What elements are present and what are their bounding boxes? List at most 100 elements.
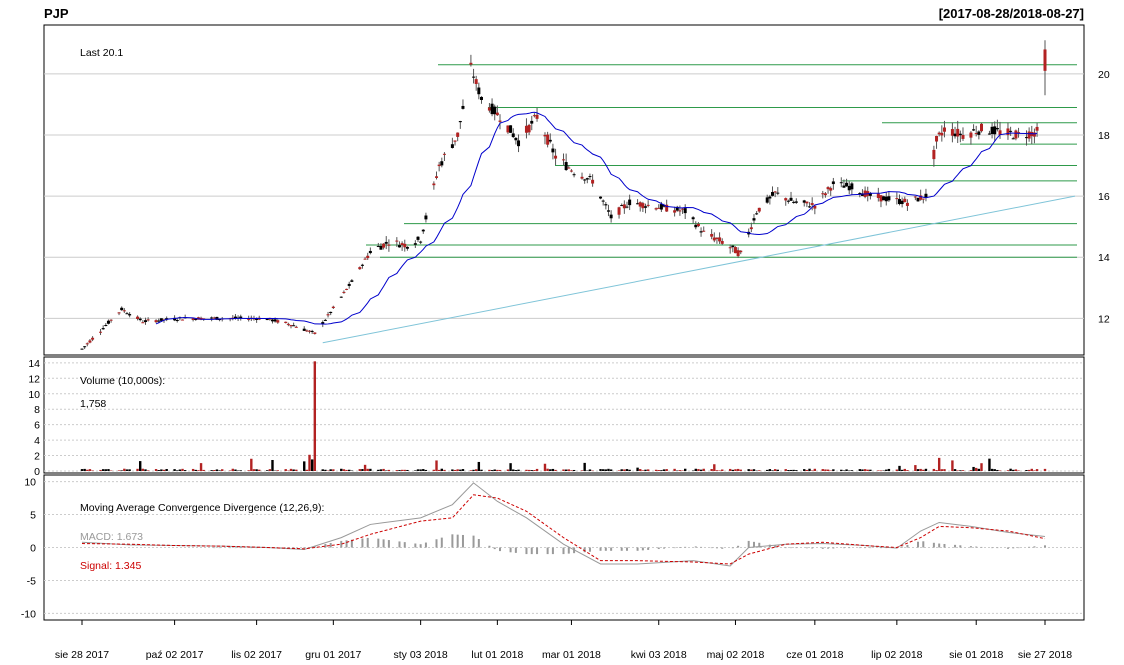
volume-tick-label: 2 xyxy=(34,451,40,463)
candle-body xyxy=(585,178,589,180)
volume-bar xyxy=(295,469,298,471)
volume-bar xyxy=(713,464,716,471)
volume-bar xyxy=(358,469,361,471)
candle-body xyxy=(294,326,298,328)
candle-body xyxy=(120,307,124,311)
volume-bar xyxy=(858,469,862,471)
macd-histogram-bar xyxy=(943,543,946,548)
volume-bar xyxy=(461,469,465,471)
candle-body xyxy=(641,203,645,209)
volume-bar xyxy=(104,469,108,471)
candle-body xyxy=(622,204,626,209)
volume-bar xyxy=(877,470,880,471)
volume-bar xyxy=(702,468,705,471)
macd-histogram-bar xyxy=(832,547,835,549)
volume-bar xyxy=(202,469,205,471)
candle-body xyxy=(718,237,722,242)
macd-histogram-bar xyxy=(821,547,824,549)
macd-histogram-bar xyxy=(403,542,406,548)
candle-body xyxy=(823,193,827,196)
macd-histogram-bar xyxy=(567,547,570,554)
x-tick-label: sie 27 2018 xyxy=(1018,649,1072,661)
volume-bar xyxy=(477,461,481,471)
volume-bar xyxy=(546,468,549,471)
volume-bar xyxy=(437,469,441,471)
volume-bar xyxy=(940,469,944,471)
candle-body xyxy=(657,207,661,209)
candle-body xyxy=(493,106,497,115)
volume-bar xyxy=(551,468,555,471)
candle-body xyxy=(255,318,259,320)
volume-bar xyxy=(239,470,242,471)
volume-bar xyxy=(512,469,515,471)
candle-body xyxy=(424,215,428,220)
candle-body xyxy=(101,328,105,330)
macd-histogram-bar xyxy=(784,547,787,549)
candle-body xyxy=(104,325,108,327)
volume-bar xyxy=(953,469,957,471)
volume-bar xyxy=(789,469,793,471)
volume-bar xyxy=(898,465,901,471)
candle-body xyxy=(757,207,761,212)
macd-histogram-bar xyxy=(509,547,512,553)
date-range: [2017-08-28/2018-08-27] xyxy=(939,6,1084,21)
volume-bar xyxy=(345,469,348,471)
candle-body xyxy=(694,224,698,228)
candle-body xyxy=(654,208,658,210)
candle-body xyxy=(477,87,481,95)
candle-body xyxy=(995,127,999,130)
candle-body xyxy=(490,103,494,115)
volume-bar xyxy=(654,469,658,471)
macd-histogram-bar xyxy=(1028,546,1031,548)
volume-label: Volume (10,000s): xyxy=(80,375,165,387)
volume-bar xyxy=(975,467,978,471)
volume-bar xyxy=(276,470,279,471)
candle-body xyxy=(1014,130,1018,139)
volume-bar xyxy=(609,469,613,471)
volume-bar xyxy=(900,469,904,471)
macd-histogram-bar xyxy=(694,546,697,548)
candle-body xyxy=(969,132,973,138)
sma-line xyxy=(155,111,1038,325)
volume-bar xyxy=(731,469,735,471)
volume-bar xyxy=(250,458,253,471)
volume-bar xyxy=(747,469,750,471)
candle-body xyxy=(487,107,491,111)
volume-bar xyxy=(387,469,391,471)
volume-bar xyxy=(636,467,639,471)
candle-body xyxy=(879,195,883,202)
candle-body xyxy=(506,125,510,133)
volume-bar xyxy=(178,469,182,471)
volume-bar xyxy=(736,468,740,471)
volume-bar xyxy=(488,469,491,471)
volume-bar xyxy=(139,461,142,471)
macd-histogram-bar xyxy=(1012,547,1015,549)
macd-histogram-bar xyxy=(922,541,925,548)
candle-body xyxy=(638,202,642,207)
candle-body xyxy=(284,321,288,323)
volume-bar xyxy=(141,468,145,471)
macd-histogram-bar xyxy=(858,547,861,549)
volume-bar xyxy=(459,469,462,471)
candle-body xyxy=(551,148,555,153)
volume-bar xyxy=(181,468,184,471)
candle-body xyxy=(1024,137,1028,139)
candle-body xyxy=(847,185,851,191)
volume-bar xyxy=(869,469,872,471)
volume-bar xyxy=(988,458,991,471)
volume-bar xyxy=(469,470,473,471)
candle-body xyxy=(617,207,621,215)
volume-bar xyxy=(472,469,475,471)
candle-body xyxy=(696,223,700,227)
macd-histogram-bar xyxy=(250,547,253,549)
candle-body xyxy=(514,137,518,141)
volume-bar xyxy=(543,463,547,471)
volume-bar xyxy=(1012,469,1015,471)
candle-body xyxy=(289,325,293,327)
price-tick-label: 12 xyxy=(1098,313,1110,325)
candle-body xyxy=(125,313,129,315)
candle-body xyxy=(736,250,740,257)
macd-histogram-bar xyxy=(864,547,867,549)
candle-body xyxy=(625,206,629,208)
volume-bar xyxy=(234,469,237,471)
